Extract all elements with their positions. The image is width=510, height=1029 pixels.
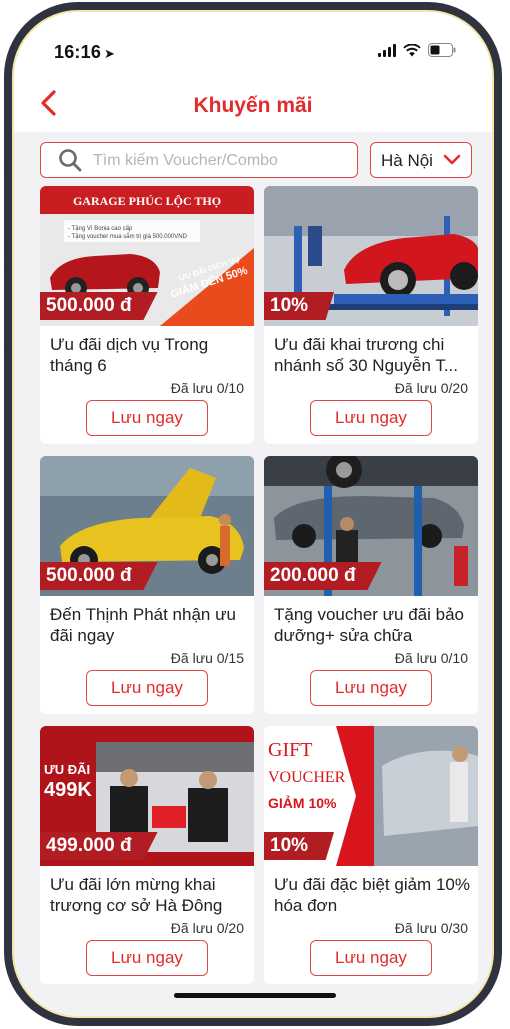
app-screen: 16:16 ➤ Khuyến mãi Tìm kiếm Voucher/Comb… xyxy=(12,10,494,1018)
voucher-card[interactable]: ƯU ĐÃI 499K 499.000 đ Ưu đãi lớn mừng kh… xyxy=(40,726,254,984)
svg-text:- Tặng Vì Bonia cao cấp: - Tặng Vì Bonia cao cấp xyxy=(68,226,133,232)
voucher-title: Ưu đãi dịch vụ Trong tháng 6 xyxy=(50,335,209,375)
save-now-button[interactable]: Lưu ngay xyxy=(86,940,208,976)
search-input[interactable] xyxy=(93,149,348,173)
voucher-title: Ưu đãi đặc biệt giảm 10% hóa đơn xyxy=(274,875,470,915)
saved-count: Đã lưu 0/20 xyxy=(170,920,244,936)
svg-text:ƯU ĐÃI: ƯU ĐÃI xyxy=(44,762,90,777)
price-badge: 500.000 đ xyxy=(40,562,158,590)
price-badge: 499.000 đ xyxy=(40,832,158,860)
svg-text:GIẢM 10%: GIẢM 10% xyxy=(268,795,337,811)
location-icon: ➤ xyxy=(104,46,116,61)
price-badge: 10% xyxy=(264,832,335,860)
battery-icon xyxy=(428,43,456,57)
voucher-title: Tặng voucher ưu đãi bảo dưỡng+ sửa chữa xyxy=(274,605,465,645)
city-select[interactable]: Hà Nội xyxy=(370,142,472,178)
chevron-down-icon xyxy=(443,154,461,165)
voucher-title: Đến Thịnh Phát nhận ưu đãi ngay xyxy=(50,605,236,645)
phone-frame: 16:16 ➤ Khuyến mãi Tìm kiếm Voucher/Comb… xyxy=(4,2,502,1026)
saved-count: Đã lưu 0/10 xyxy=(394,650,468,666)
svg-text:499K: 499K xyxy=(44,779,92,801)
search-box[interactable] xyxy=(40,142,358,178)
time-label: 16:16 xyxy=(54,42,102,62)
status-bar: 16:16 ➤ xyxy=(14,12,492,72)
save-now-button[interactable]: Lưu ngay xyxy=(310,940,432,976)
page-title: Khuyến mãi xyxy=(193,94,313,117)
voucher-card[interactable]: 10% Ưu đãi khai trương chi nhánh số 30 N… xyxy=(264,186,478,444)
price-badge: 10% xyxy=(264,292,335,320)
save-now-button[interactable]: Lưu ngay xyxy=(86,670,208,706)
svg-text:VOUCHER: VOUCHER xyxy=(268,769,346,786)
voucher-title: Ưu đãi khai trương chi nhánh số 30 Nguyễ… xyxy=(274,335,458,375)
home-indicator[interactable] xyxy=(174,993,336,998)
status-time: 16:16 ➤ xyxy=(54,42,115,63)
saved-count: Đã lưu 0/30 xyxy=(394,920,468,936)
voucher-card[interactable]: 500.000 đ Đến Thịnh Phát nhận ưu đãi nga… xyxy=(40,456,254,714)
save-now-button[interactable]: Lưu ngay xyxy=(310,400,432,436)
saved-count: Đã lưu 0/15 xyxy=(170,650,244,666)
banner-title: GARAGE PHÚC LỘC THỌ xyxy=(73,194,221,208)
filter-row: Hà Nội xyxy=(40,134,472,178)
search-icon xyxy=(59,149,82,172)
save-now-button[interactable]: Lưu ngay xyxy=(86,400,208,436)
voucher-card[interactable]: GARAGE PHÚC LỘC THỌ - Tặng Vì Bonia cao … xyxy=(40,186,254,444)
voucher-title: Ưu đãi lớn mừng khai trương cơ sở Hà Đôn… xyxy=(50,875,223,915)
saved-count: Đã lưu 0/10 xyxy=(170,380,244,396)
app-header: Khuyến mãi xyxy=(14,72,492,132)
voucher-card[interactable]: GIFT VOUCHER GIẢM 10% 10% Ưu đãi đặc biệ… xyxy=(264,726,478,984)
voucher-card[interactable]: 200.000 đ Tặng voucher ưu đãi bảo dưỡng+… xyxy=(264,456,478,714)
cellular-signal-icon xyxy=(378,43,396,57)
city-select-value: Hà Nội xyxy=(381,151,433,170)
price-badge: 500.000 đ xyxy=(40,292,158,320)
save-now-button[interactable]: Lưu ngay xyxy=(310,670,432,706)
price-badge: 200.000 đ xyxy=(264,562,382,590)
saved-count: Đã lưu 0/20 xyxy=(394,380,468,396)
svg-text:GIFT: GIFT xyxy=(268,739,312,761)
wifi-icon xyxy=(403,43,421,57)
svg-text:- Tặng voucher mua sắm trị giá: - Tặng voucher mua sắm trị giá 500.000VN… xyxy=(68,233,188,240)
status-icons xyxy=(378,43,456,57)
